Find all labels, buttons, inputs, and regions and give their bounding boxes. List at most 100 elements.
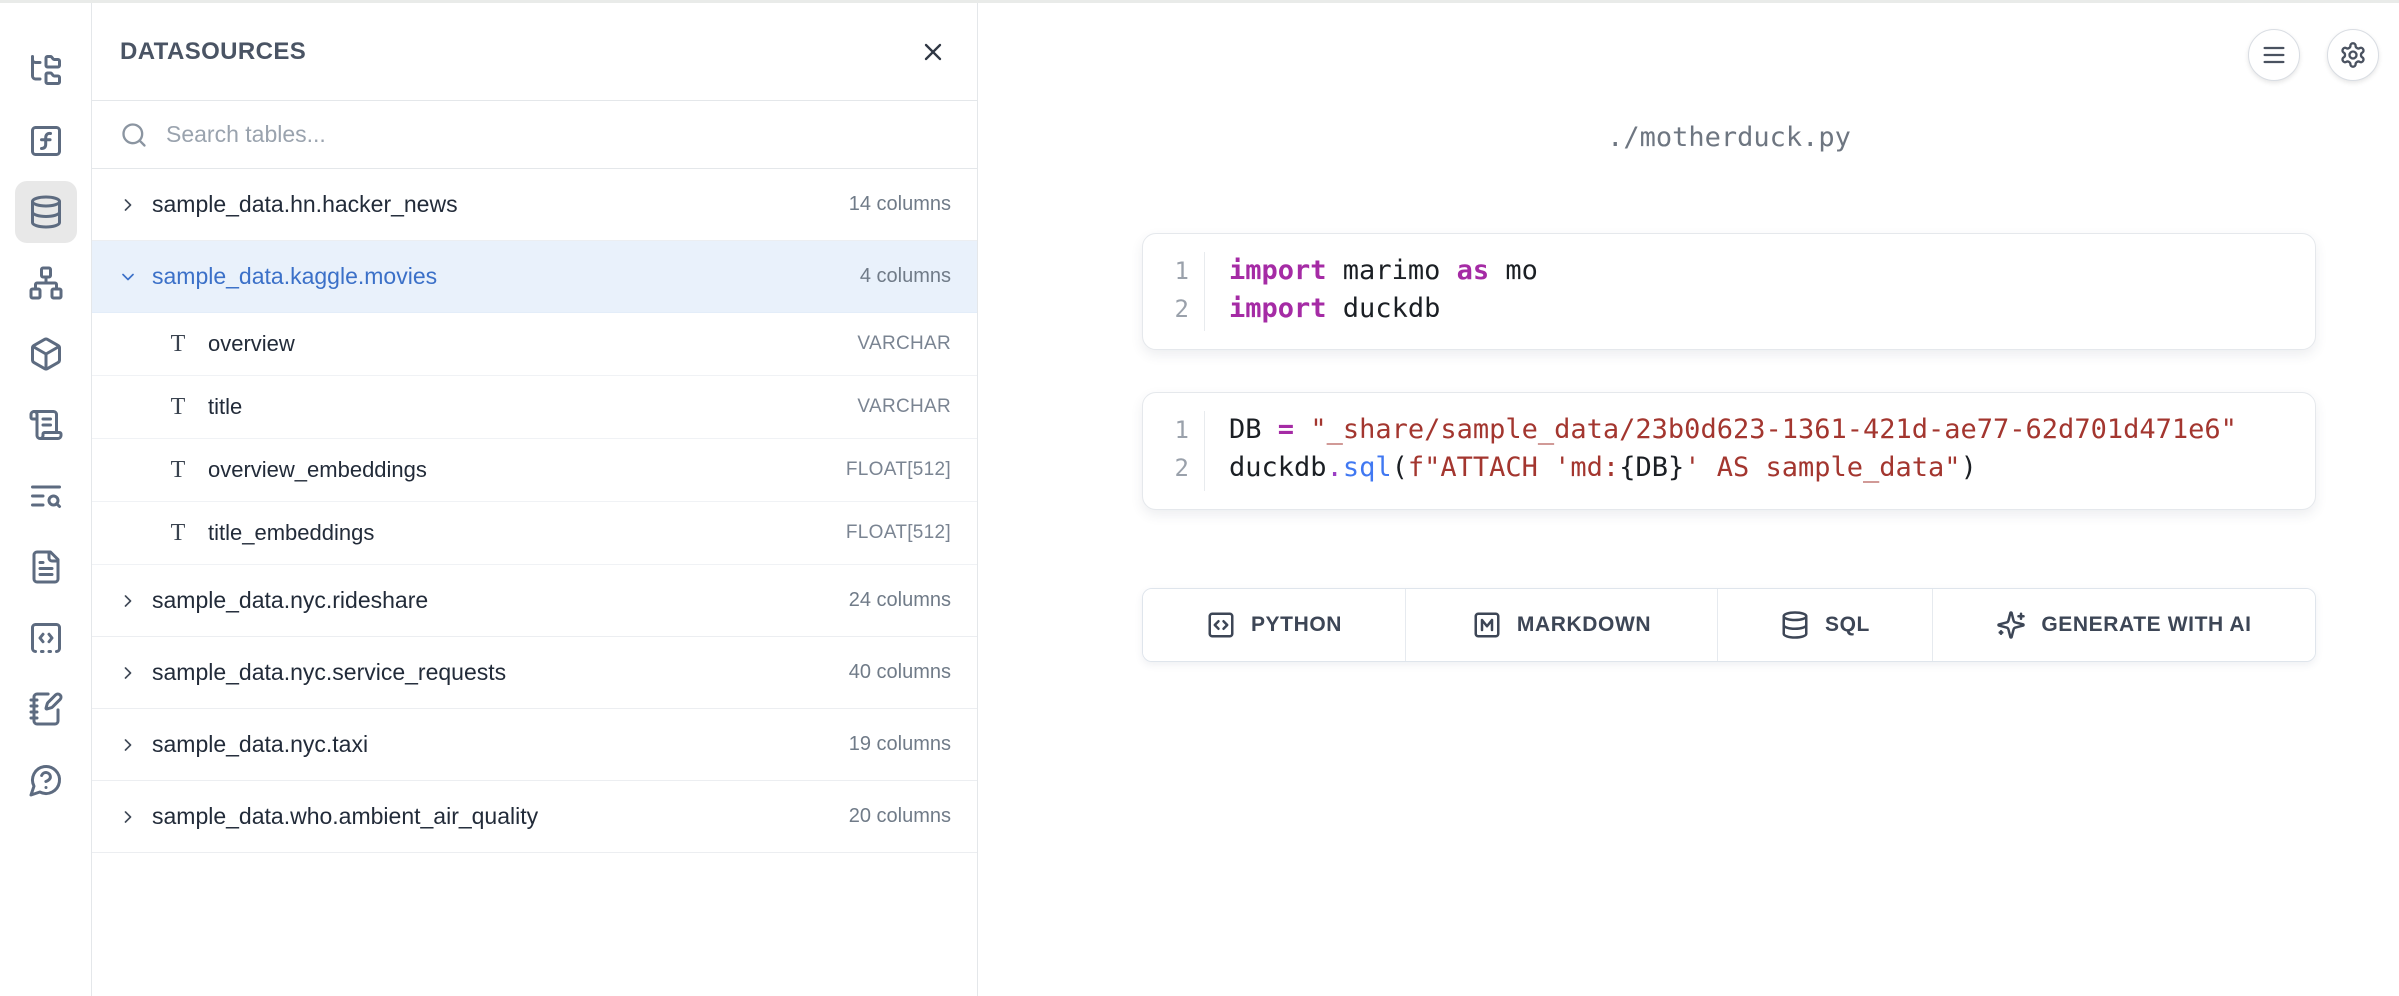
table-name: sample_data.nyc.taxi (152, 731, 368, 758)
table-row[interactable]: sample_data.kaggle.movies 4 columns (92, 241, 977, 313)
column-name: overview (208, 331, 295, 357)
add-cell-button-label: GENERATE WITH AI (2041, 613, 2251, 637)
sidebar-item-text-search[interactable] (15, 465, 77, 527)
sidebar-item-network[interactable] (15, 252, 77, 314)
add-cell-python-button[interactable]: PYTHON (1143, 589, 1406, 661)
x-icon (919, 38, 947, 66)
sidebar-item-scroll-text[interactable] (15, 394, 77, 456)
database-icon (28, 194, 64, 230)
code-line: import marimo as mo (1229, 252, 2315, 290)
database-icon (1780, 610, 1810, 640)
column-row[interactable]: Ttitle_embeddingsFLOAT[512] (92, 502, 977, 565)
column-type: FLOAT[512] (846, 459, 951, 481)
chevron-right-icon (118, 195, 138, 215)
sidebar-item-help-question-bubble[interactable] (15, 749, 77, 811)
sidebar-item-file-text[interactable] (15, 536, 77, 598)
add-cell-button-label: SQL (1825, 613, 1870, 637)
code-line: duckdb.sql(f"ATTACH 'md:{DB}' AS sample_… (1229, 449, 2315, 487)
sidebar-item-notebook-pen[interactable] (15, 678, 77, 740)
code-line: import duckdb (1229, 290, 2315, 328)
table-name: sample_data.nyc.rideshare (152, 587, 428, 614)
table-name: sample_data.nyc.service_requests (152, 659, 506, 686)
code-line: DB = "_share/sample_data/23b0d623-1361-4… (1229, 411, 2315, 449)
column-type: FLOAT[512] (846, 522, 951, 544)
table-column-count: 40 columns (849, 661, 951, 684)
add-cell-generate-with-ai-button[interactable]: GENERATE WITH AI (1933, 589, 2315, 661)
add-cell-button-label: PYTHON (1251, 613, 1342, 637)
network-icon (28, 265, 64, 301)
code-square-icon (1206, 610, 1236, 640)
function-square-icon (28, 123, 64, 159)
table-name: sample_data.hn.hacker_news (152, 191, 458, 218)
sidebar-item-function-square[interactable] (15, 110, 77, 172)
column-row[interactable]: Ttitle VARCHAR (92, 376, 977, 439)
table-column-count: 19 columns (849, 733, 951, 756)
table-column-count: 24 columns (849, 589, 951, 612)
sparkles-icon (1996, 610, 2026, 640)
file-text-icon (28, 549, 64, 585)
box-icon (28, 336, 64, 372)
table-column-count: 20 columns (849, 805, 951, 828)
text-type-icon: T (166, 331, 190, 358)
folder-tree-icon (28, 52, 64, 88)
column-name: title (208, 394, 242, 420)
chevron-right-icon (118, 807, 138, 827)
column-name: title_embeddings (208, 520, 374, 546)
column-row[interactable]: Toverview VARCHAR (92, 313, 977, 376)
table-name: sample_data.who.ambient_air_quality (152, 803, 538, 830)
table-name: sample_data.kaggle.movies (152, 263, 437, 290)
text-search-icon (28, 478, 64, 514)
text-type-icon: T (166, 394, 190, 421)
markdown-icon (1472, 610, 1502, 640)
settings-button[interactable] (2327, 29, 2379, 81)
column-name: overview_embeddings (208, 457, 427, 483)
column-type: VARCHAR (857, 396, 951, 418)
sidebar-item-folder-tree[interactable] (15, 39, 77, 101)
line-number-gutter: 12 (1143, 411, 1205, 491)
scroll-text-icon (28, 407, 64, 443)
search-icon (120, 121, 148, 149)
search-tables-input[interactable] (166, 121, 949, 148)
column-row[interactable]: Toverview_embeddings FLOAT[512] (92, 439, 977, 502)
table-column-count: 4 columns (860, 265, 951, 288)
datasources-panel-header: DATASOURCES (92, 3, 977, 101)
code-cell[interactable]: 12import marimo as moimport duckdb (1142, 233, 2316, 350)
chevron-right-icon (118, 735, 138, 755)
panel-title: DATASOURCES (120, 38, 306, 66)
code-editor[interactable]: import marimo as moimport duckdb (1205, 252, 2315, 331)
table-row[interactable]: sample_data.hn.hacker_news 14 columns (92, 169, 977, 241)
code-editor[interactable]: DB = "_share/sample_data/23b0d623-1361-4… (1205, 411, 2315, 491)
table-row[interactable]: sample_data.who.ambient_air_quality 20 co… (92, 781, 977, 853)
notebook-filename[interactable]: ./motherduck.py (1142, 122, 2316, 153)
line-number-gutter: 12 (1143, 252, 1205, 331)
table-search-bar (92, 101, 977, 169)
table-list: sample_data.hn.hacker_news14 columnssamp… (92, 169, 977, 853)
line-number: 1 (1175, 411, 1189, 449)
close-panel-button[interactable] (919, 38, 947, 66)
column-type: VARCHAR (857, 333, 951, 355)
add-cell-markdown-button[interactable]: MARKDOWN (1406, 589, 1718, 661)
datasources-panel: DATASOURCES sample_data.hn.hacker_news 14… (92, 3, 978, 996)
table-row[interactable]: sample_data.nyc.rideshare 24 columns (92, 565, 977, 637)
code-cell[interactable]: 12 DB = "_share/sample_data/23b0d623-1361… (1142, 392, 2316, 510)
add-cell-sql-button[interactable]: SQL (1718, 589, 1933, 661)
settings-gear-icon (2339, 41, 2367, 69)
helper-panel-rail (0, 3, 92, 996)
table-row[interactable]: sample_data.nyc.taxi 19 columns (92, 709, 977, 781)
text-type-icon: T (166, 457, 190, 484)
line-number: 2 (1175, 290, 1189, 328)
table-column-count: 14 columns (849, 193, 951, 216)
notebook-pen-icon (28, 691, 64, 727)
add-cell-toolbar: PYTHON MARKDOWN SQL GENERATE WITH AI (1142, 588, 2316, 662)
chevron-right-icon (118, 663, 138, 683)
chevron-down-icon (118, 267, 138, 287)
menu-icon (2260, 41, 2288, 69)
sidebar-item-box[interactable] (15, 323, 77, 385)
snippets-code-icon (28, 620, 64, 656)
sidebar-item-database[interactable] (15, 181, 77, 243)
line-number: 1 (1175, 252, 1189, 290)
chevron-right-icon (118, 591, 138, 611)
table-row[interactable]: sample_data.nyc.service_requests 40 colum… (92, 637, 977, 709)
sidebar-item-snippets-code[interactable] (15, 607, 77, 669)
notebook-menu-button[interactable] (2248, 29, 2300, 81)
